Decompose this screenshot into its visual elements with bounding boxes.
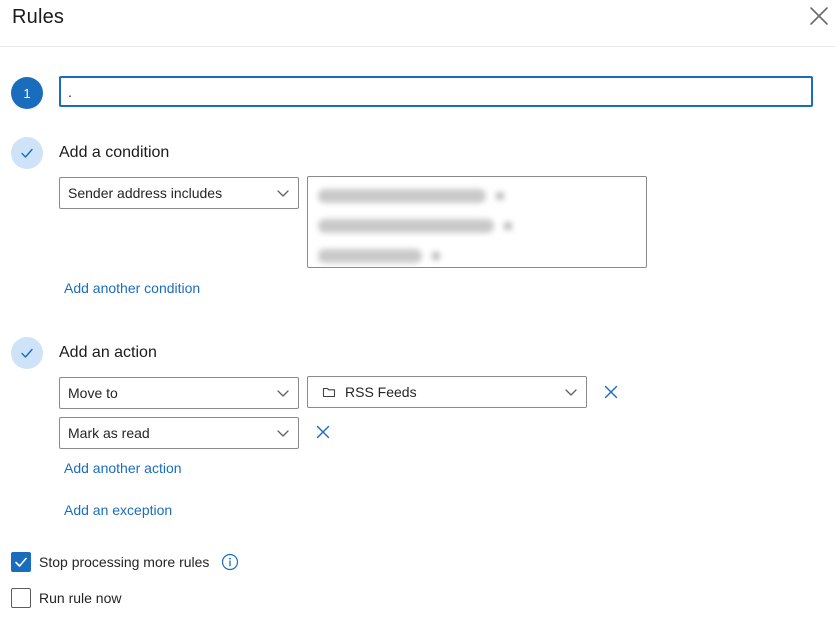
action-type-dropdown[interactable]: Mark as read — [59, 417, 299, 449]
address-chip[interactable] — [314, 213, 516, 239]
step-number: 1 — [23, 85, 31, 101]
remove-action-icon[interactable] — [316, 425, 330, 439]
add-condition-link[interactable]: Add another condition — [64, 280, 200, 296]
check-icon — [21, 348, 33, 358]
remove-chip-icon[interactable] — [496, 192, 504, 200]
close-icon[interactable] — [808, 5, 830, 27]
chevron-down-icon — [277, 390, 289, 397]
rule-name-input[interactable] — [59, 76, 813, 107]
info-icon[interactable] — [221, 553, 239, 571]
run-rule-now-label: Run rule now — [39, 590, 122, 606]
stop-processing-checkbox[interactable] — [11, 552, 31, 572]
folder-dropdown[interactable]: RSS Feeds — [307, 376, 587, 408]
folder-icon — [322, 387, 336, 398]
remove-chip-icon[interactable] — [432, 252, 440, 260]
run-rule-now-checkbox[interactable] — [11, 588, 31, 608]
condition-section-title: Add a condition — [59, 144, 170, 161]
action-section-title: Add an action — [59, 344, 157, 361]
step-number-badge: 1 — [11, 77, 43, 109]
address-chip[interactable] — [314, 243, 444, 269]
chevron-down-icon — [277, 430, 289, 437]
folder-label: RSS Feeds — [345, 384, 417, 400]
condition-type-label: Sender address includes — [68, 185, 223, 201]
action-type-label: Mark as read — [68, 425, 150, 441]
chevron-down-icon — [277, 190, 289, 197]
dialog-title: Rules — [12, 6, 65, 28]
sender-address-box[interactable] — [307, 176, 647, 268]
checkmark-icon — [15, 557, 27, 567]
add-exception-link[interactable]: Add an exception — [64, 502, 172, 518]
action-check-badge — [11, 337, 43, 369]
remove-action-icon[interactable] — [604, 385, 618, 399]
remove-chip-icon[interactable] — [504, 222, 512, 230]
condition-check-badge — [11, 137, 43, 169]
action-type-dropdown[interactable]: Move to — [59, 377, 299, 409]
condition-type-dropdown[interactable]: Sender address includes — [59, 177, 299, 209]
check-icon — [21, 148, 33, 158]
add-action-link[interactable]: Add another action — [64, 460, 182, 476]
stop-processing-label: Stop processing more rules — [39, 554, 210, 570]
chevron-down-icon — [565, 389, 577, 396]
address-chip[interactable] — [314, 183, 508, 209]
header-divider — [0, 46, 836, 47]
action-type-label: Move to — [68, 385, 118, 401]
